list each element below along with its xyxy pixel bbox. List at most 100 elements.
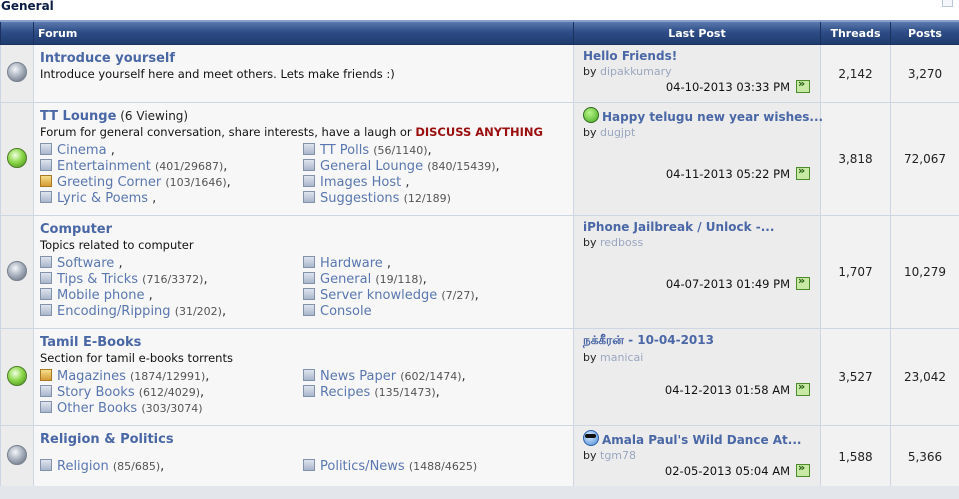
subforum-link[interactable]: Hardware [320, 256, 383, 271]
forum-info-cell: Religion & Politics Religion (85/685), Po… [33, 425, 574, 488]
last-post-datetime: 04-12-2013 01:58 AM [664, 380, 810, 397]
thread-count: 1,588 [820, 425, 891, 488]
table-header-row: Forum Last Post Threads Posts [0, 20, 959, 45]
subforum-icon [40, 272, 52, 284]
forum-title-link[interactable]: TT Lounge [40, 109, 116, 124]
subforum-separator: , [200, 385, 205, 400]
subforum-link[interactable]: TT Polls [320, 143, 369, 158]
subforum-link[interactable]: Recipes [320, 385, 370, 400]
subforum-item: Politics/News (1488/4625) [303, 459, 477, 475]
category-title: General [1, 0, 54, 13]
forum-row: Computer Topics related to computer Soft… [0, 215, 959, 329]
subforum-link[interactable]: General Lounge [320, 159, 423, 174]
header-forum: Forum [33, 20, 574, 45]
subforum-link[interactable]: News Paper [320, 369, 396, 384]
last-post-user-link[interactable]: manicai [600, 351, 643, 364]
subforum-link[interactable]: Server knowledge [320, 288, 437, 303]
collapse-icon[interactable] [942, 0, 953, 7]
subforum-link[interactable]: Software [57, 256, 114, 271]
go-to-last-post-icon[interactable] [796, 380, 810, 396]
last-post-date: 04-10-2013 [665, 80, 733, 94]
last-post-title-link[interactable]: Amala Paul's Wild Dance At... [583, 430, 812, 447]
subforum-link[interactable]: Images Host [320, 175, 401, 190]
forum-title-link[interactable]: Tamil E-Books [40, 335, 141, 350]
subforum-link[interactable]: Mobile phone [57, 288, 144, 303]
last-post-time: 01:49 PM [736, 277, 790, 291]
subforum-count: (401/29687) [154, 160, 224, 173]
last-post-title-link[interactable]: நக்கீரன் - 10-04-2013 [583, 333, 812, 349]
subforum-link[interactable]: Suggestions [320, 191, 399, 206]
by-label: by [583, 236, 597, 249]
post-emoticon-icon [583, 107, 599, 123]
forum-row: Religion & Politics Religion (85/685), Po… [0, 425, 959, 488]
header-icon-cell [0, 20, 34, 45]
subforum-icon [303, 272, 315, 284]
subforum-icon [40, 304, 52, 316]
subforum-icon [303, 256, 315, 268]
header-last-post: Last Post [573, 20, 821, 45]
header-posts: Posts [890, 20, 959, 45]
subforum-icon [40, 385, 52, 397]
subforum-link[interactable]: Console [320, 304, 372, 319]
forum-row: TT Lounge (6 Viewing) Forum for general … [0, 102, 959, 216]
subforum-link[interactable]: Magazines [57, 369, 126, 384]
subforum-link[interactable]: Story Books [57, 385, 135, 400]
last-post-user-link[interactable]: dipakkumary [600, 65, 672, 78]
last-post-date: 04-07-2013 [665, 277, 733, 291]
last-post-date: 04-12-2013 [664, 383, 732, 397]
forum-status-cell [0, 215, 34, 329]
forum-title-link[interactable]: Religion & Politics [40, 432, 174, 447]
subforum-link[interactable]: Encoding/Ripping [57, 304, 171, 319]
by-label: by [583, 65, 597, 78]
last-post-datetime: 04-07-2013 01:49 PM [665, 274, 810, 291]
last-post-date: 04-11-2013 [665, 167, 733, 181]
forum-title-link[interactable]: Introduce yourself [40, 51, 175, 66]
go-to-last-post-icon[interactable] [796, 77, 810, 93]
go-to-last-post-icon[interactable] [796, 164, 810, 180]
subforum-icon [303, 459, 315, 471]
last-post-user-link[interactable]: redboss [600, 236, 643, 249]
subforum-link[interactable]: Greeting Corner [57, 175, 161, 190]
subforum-link[interactable]: Cinema [57, 143, 107, 158]
subforum-link[interactable]: General [320, 272, 371, 287]
forum-viewing-count: (6 Viewing) [120, 109, 189, 123]
last-post-cell: நக்கீரன் - 10-04-2013 by manicai 04-12-2… [573, 328, 821, 426]
subforum-link[interactable]: Other Books [57, 401, 137, 416]
subforum-list: Cinema , Entertainment (401/29687), Greeti… [40, 143, 569, 209]
subforum-icon [303, 304, 315, 316]
subforum-link[interactable]: Lyric & Poems [57, 191, 148, 206]
last-post-datetime: 02-05-2013 05:04 AM [664, 461, 810, 478]
subforum-count: (602/1474) [400, 370, 462, 383]
subforum-item: Images Host , [303, 175, 410, 191]
subforum-count: (19/118) [375, 273, 423, 286]
last-post-user-link[interactable]: dugjpt [600, 126, 635, 139]
go-to-last-post-icon[interactable] [796, 461, 810, 477]
forum-title-link[interactable]: Computer [40, 222, 112, 237]
go-to-last-post-icon[interactable] [796, 274, 810, 290]
subforum-separator: , [474, 288, 479, 303]
forum-status-icon [7, 445, 27, 465]
subforum-count: (103/1646) [165, 176, 227, 189]
last-post-author: by manicai [583, 351, 812, 364]
subforum-link[interactable]: Politics/News [320, 459, 405, 474]
subforum-separator: , [405, 175, 410, 190]
subforum-link[interactable]: Entertainment [57, 159, 151, 174]
subforum-count: (31/202) [174, 305, 222, 318]
last-post-title-link[interactable]: Hello Friends! [583, 49, 812, 63]
forum-description: Introduce yourself here and meet others.… [40, 67, 569, 81]
subforum-link[interactable]: Religion [57, 459, 109, 474]
forum-status-icon [7, 260, 27, 281]
subforum-separator: , [152, 191, 157, 206]
last-post-title-link[interactable]: iPhone Jailbreak / Unlock -... [583, 220, 812, 234]
subforum-count: (1488/4625) [408, 460, 478, 473]
subforum-link[interactable]: Tips & Tricks [57, 272, 138, 287]
forum-info-cell: Introduce yourself Introduce yourself he… [33, 44, 574, 103]
last-post-date: 02-05-2013 [664, 464, 732, 478]
subforum-count: (7/27) [441, 289, 475, 302]
last-post-user-link[interactable]: tgm78 [600, 449, 636, 462]
subforum-item: Cinema , [40, 143, 115, 159]
forum-info-cell: Computer Topics related to computer Soft… [33, 215, 574, 329]
last-post-title-link[interactable]: Happy telugu new year wishes... [583, 107, 823, 124]
forum-row: Tamil E-Books Section for tamil e-books … [0, 328, 959, 426]
subforum-count: (56/1140) [373, 144, 428, 157]
